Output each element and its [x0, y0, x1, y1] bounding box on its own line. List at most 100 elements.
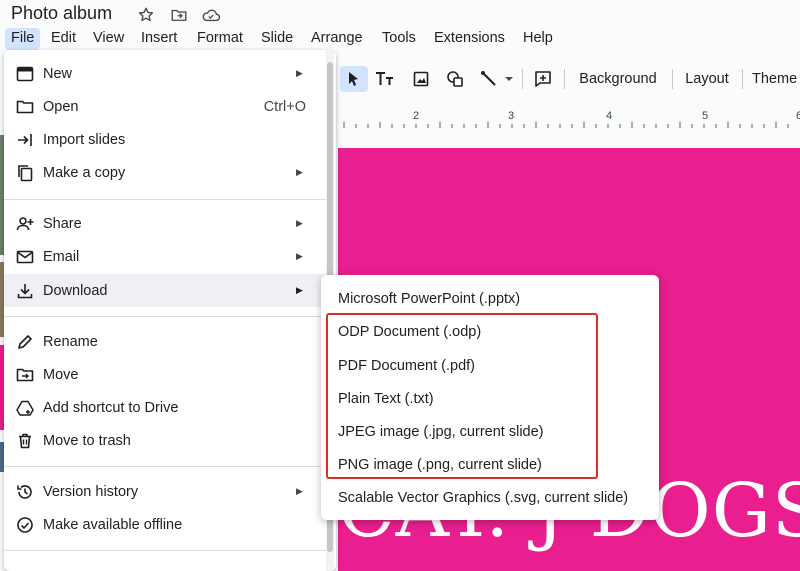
offline-check-icon: [16, 516, 34, 534]
ruler-mark: 5: [702, 110, 709, 122]
menu-item-label: Make a copy: [43, 164, 126, 181]
menu-item-label: JPEG image (.jpg, current slide): [338, 423, 544, 440]
slides-editor: Photo album File Edit View Insert Format…: [0, 0, 800, 571]
file-menu-share[interactable]: Share ▶: [4, 207, 336, 240]
cloud-status-icon[interactable]: [201, 5, 221, 25]
toolbar-divider: [742, 69, 743, 89]
ruler-mark: 3: [508, 110, 515, 122]
file-menu-email[interactable]: Email ▶: [4, 240, 336, 273]
submenu-arrow-icon: ▶: [296, 251, 303, 261]
menu-item-label: Import slides: [43, 131, 126, 148]
menu-arrange[interactable]: Arrange: [305, 28, 369, 50]
file-menu-open[interactable]: Open Ctrl+O: [4, 90, 336, 123]
select-tool-icon[interactable]: [340, 66, 368, 92]
menu-item-label: Move: [43, 366, 79, 383]
menu-file[interactable]: File: [5, 28, 41, 50]
toolbar-divider: [672, 69, 673, 89]
line-tool-icon[interactable]: [476, 66, 516, 92]
menu-insert[interactable]: Insert: [135, 28, 183, 50]
ruler-ticks: [343, 122, 789, 128]
menu-extensions[interactable]: Extensions: [428, 28, 511, 50]
menu-item-label: Rename: [43, 333, 98, 350]
download-odp[interactable]: ODP Document (.odp): [321, 315, 659, 348]
menu-item-label: Plain Text (.txt): [338, 390, 434, 407]
file-menu-move[interactable]: Move: [4, 358, 336, 391]
menu-item-label: Microsoft PowerPoint (.pptx): [338, 290, 521, 307]
ruler-mark: 6: [796, 110, 800, 122]
menu-tools[interactable]: Tools: [376, 28, 422, 50]
submenu-arrow-icon: ▶: [296, 218, 303, 228]
new-slide-icon: [16, 65, 34, 83]
menu-divider: [4, 316, 326, 317]
file-menu-import-slides[interactable]: Import slides: [4, 123, 336, 156]
download-submenu: Microsoft PowerPoint (.pptx) ODP Documen…: [321, 275, 659, 520]
toolbar-divider: [564, 69, 565, 89]
title-bar: Photo album: [0, 0, 800, 28]
add-comment-icon[interactable]: [530, 66, 556, 92]
share-person-icon: [16, 215, 34, 233]
history-icon: [16, 483, 34, 501]
menu-divider: [4, 199, 326, 200]
menu-item-label: Download: [43, 282, 108, 299]
menu-bar: File Edit View Insert Format Slide Arran…: [0, 28, 800, 50]
pencil-icon: [16, 333, 34, 351]
file-menu-download[interactable]: Download ▶: [4, 274, 336, 307]
document-title[interactable]: Photo album: [11, 3, 112, 24]
submenu-arrow-icon: ▶: [296, 486, 303, 496]
download-icon: [16, 282, 34, 300]
menu-item-label: Make available offline: [43, 516, 183, 533]
file-menu-move-to-trash[interactable]: Move to trash: [4, 424, 336, 457]
download-jpg[interactable]: JPEG image (.jpg, current slide): [321, 415, 659, 448]
download-svg[interactable]: Scalable Vector Graphics (.svg, current …: [321, 481, 659, 514]
download-png[interactable]: PNG image (.png, current slide): [321, 448, 659, 481]
star-icon[interactable]: [136, 5, 156, 25]
menu-format[interactable]: Format: [191, 28, 249, 50]
import-icon: [16, 131, 34, 149]
menu-divider: [4, 550, 326, 551]
file-menu-offline[interactable]: Make available offline: [4, 508, 336, 541]
move-folder-icon: [16, 366, 34, 384]
toolbar: Background Layout Theme: [330, 60, 800, 98]
menu-help[interactable]: Help: [517, 28, 559, 50]
file-menu-version-history[interactable]: Version history ▶: [4, 475, 336, 508]
move-folder-icon[interactable]: [169, 5, 189, 25]
submenu-arrow-icon: ▶: [296, 285, 303, 295]
layout-button[interactable]: Layout: [680, 66, 734, 92]
shape-icon[interactable]: [442, 66, 468, 92]
file-menu: New ▶ Open Ctrl+O Import slides Make a c…: [4, 50, 336, 571]
trash-icon: [16, 432, 34, 450]
file-menu-new[interactable]: New ▶: [4, 57, 336, 90]
ruler-mark: 4: [606, 110, 613, 122]
menu-item-label: Email: [43, 248, 80, 265]
text-box-icon[interactable]: [372, 66, 398, 92]
menu-item-label: Add shortcut to Drive: [43, 399, 179, 416]
background-button[interactable]: Background: [572, 66, 664, 92]
menu-item-label: PDF Document (.pdf): [338, 357, 475, 374]
menu-slide[interactable]: Slide: [255, 28, 299, 50]
menu-item-label: Move to trash: [43, 432, 131, 449]
download-pdf[interactable]: PDF Document (.pdf): [321, 349, 659, 382]
menu-item-label: Open: [43, 98, 79, 115]
file-menu-add-shortcut[interactable]: Add shortcut to Drive: [4, 391, 336, 424]
folder-icon: [16, 98, 34, 116]
file-menu-rename[interactable]: Rename: [4, 325, 336, 358]
menu-item-label: ODP Document (.odp): [338, 323, 482, 340]
submenu-arrow-icon: ▶: [296, 68, 303, 78]
image-icon[interactable]: [408, 66, 434, 92]
menu-item-label: PNG image (.png, current slide): [338, 456, 542, 473]
menu-view[interactable]: View: [87, 28, 130, 50]
email-icon: [16, 248, 34, 266]
download-txt[interactable]: Plain Text (.txt): [321, 382, 659, 415]
horizontal-ruler: 2 3 4 5 6: [336, 106, 800, 130]
toolbar-divider: [522, 69, 523, 89]
menu-item-label: Version history: [43, 483, 139, 500]
theme-button[interactable]: Theme: [752, 66, 800, 92]
download-pptx[interactable]: Microsoft PowerPoint (.pptx): [321, 282, 659, 315]
menu-item-label: New: [43, 65, 73, 82]
menu-item-label: Share: [43, 215, 82, 232]
shortcut-label: Ctrl+O: [263, 98, 306, 115]
menu-edit[interactable]: Edit: [45, 28, 82, 50]
file-menu-make-copy[interactable]: Make a copy ▶: [4, 156, 336, 189]
ruler-mark: 2: [413, 110, 420, 122]
menu-item-label: Scalable Vector Graphics (.svg, current …: [338, 489, 629, 506]
